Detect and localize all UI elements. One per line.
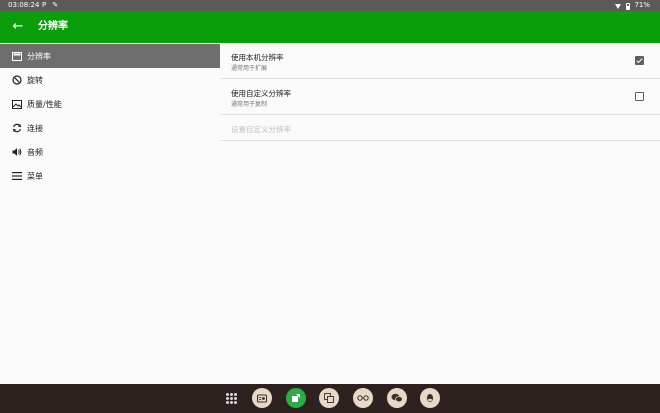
page-title: 分辨率 — [38, 21, 68, 32]
pref-summary: 通常用于扩展 — [231, 65, 268, 72]
qq-icon[interactable] — [420, 388, 440, 408]
pref-title: 使用本机分辨率 — [231, 53, 284, 62]
green-app-icon[interactable] — [286, 388, 306, 408]
sidebar-item-label: 连接 — [27, 123, 43, 133]
sidebar-item-quality[interactable]: 质量/性能 — [0, 92, 220, 116]
native-resolution-checkbox[interactable] — [635, 56, 644, 65]
sidebar-item-label: 菜单 — [27, 171, 43, 181]
rotate-off-icon — [12, 75, 22, 85]
notification-icon-p: P — [42, 1, 47, 9]
wifi-icon — [615, 3, 622, 10]
back-button[interactable]: ← — [8, 17, 28, 37]
sidebar-item-rotation[interactable]: 旋转 — [0, 68, 220, 92]
pref-title: 使用自定义分辨率 — [231, 89, 291, 98]
volume-icon — [12, 147, 22, 157]
sidebar-item-resolution[interactable]: 分辨率 — [0, 44, 220, 68]
wechat-icon[interactable] — [387, 388, 407, 408]
pref-native-resolution[interactable]: 使用本机分辨率 通常用于扩展 — [220, 43, 660, 79]
preferences-panel: 使用本机分辨率 通常用于扩展 使用自定义分辨率 通常用于复制 设置自定义分辨率 — [220, 43, 660, 384]
nav-dock — [0, 384, 660, 413]
status-bar: 03:08:24 P ✎ 71% — [0, 0, 660, 11]
notification-icon-pen: ✎ — [52, 1, 59, 9]
sync-icon — [12, 123, 22, 133]
battery-percent: 71% — [634, 1, 650, 9]
pref-summary: 通常用于复制 — [231, 101, 268, 108]
battery-icon — [626, 3, 631, 10]
pref-title: 设置自定义分辨率 — [231, 125, 291, 134]
sidebar-item-audio[interactable]: 音频 — [0, 140, 220, 164]
sidebar-item-label: 分辨率 — [27, 51, 51, 61]
custom-resolution-checkbox[interactable] — [635, 92, 644, 101]
pref-custom-resolution[interactable]: 使用自定义分辨率 通常用于复制 — [220, 79, 660, 115]
image-icon — [12, 99, 22, 109]
sidebar-item-menu[interactable]: 菜单 — [0, 164, 220, 188]
app-drawer-icon[interactable] — [226, 393, 237, 404]
pref-set-custom-resolution: 设置自定义分辨率 — [220, 115, 660, 141]
sidebar-item-label: 音频 — [27, 147, 43, 157]
arrow-left-icon: ← — [12, 19, 24, 34]
app-bar: ← 分辨率 — [0, 11, 660, 43]
settings-sidebar: 分辨率 旋转 质量/性能 连接 音频 菜单 — [0, 43, 220, 384]
menu-icon — [12, 171, 22, 181]
radio-icon[interactable] — [252, 388, 272, 408]
status-time: 03:08:24 — [8, 1, 40, 9]
translate-icon[interactable] — [319, 388, 339, 408]
sidebar-item-label: 质量/性能 — [27, 99, 62, 109]
glasses-icon[interactable] — [353, 388, 373, 408]
monitor-icon — [12, 51, 22, 61]
sidebar-item-label: 旋转 — [27, 75, 43, 85]
sidebar-item-connection[interactable]: 连接 — [0, 116, 220, 140]
